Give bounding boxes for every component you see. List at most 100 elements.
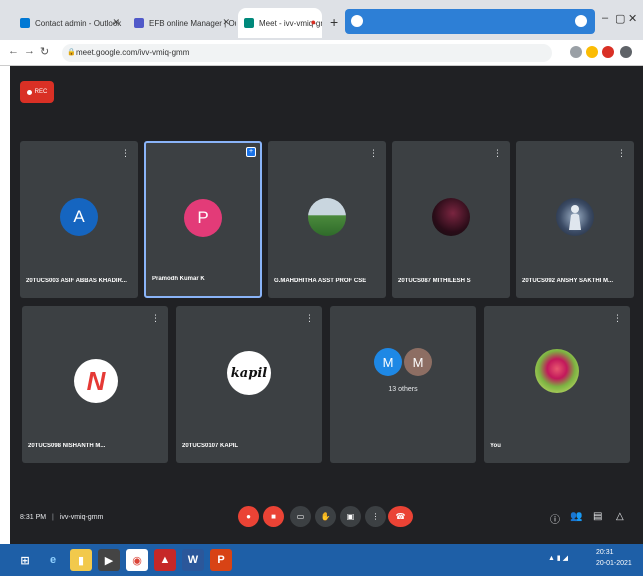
lock-icon: 🔒 (67, 49, 76, 56)
meet-icon (244, 18, 254, 28)
captions-button[interactable]: ▭ (290, 506, 311, 527)
participant-tile[interactable]: ⋮ A 20TUCS003 ASIF ABBAS KHADIR... (20, 141, 138, 298)
captions-icon: ▭ (296, 512, 305, 521)
browser-tab-meet[interactable]: Meet - ivv-vmiq-gmm ● (238, 8, 322, 38)
overlay-right-icon[interactable] (575, 15, 587, 27)
present-button[interactable]: ▣ (340, 506, 361, 527)
avatar-photo (432, 198, 470, 236)
camera-off-icon: ■ (271, 512, 276, 521)
url-text: meet.google.com/ivv-vmiq-gmm (76, 48, 190, 57)
teams-icon (134, 18, 144, 28)
leave-call-button[interactable]: ☎ (388, 506, 413, 527)
activities-icon[interactable]: △ (616, 511, 624, 522)
more-options-icon[interactable]: ⋮ (617, 149, 626, 158)
participant-tile[interactable]: ⋮ kapil 20TUCS0107 KAPIL (176, 306, 322, 463)
browser-tab-strip: Contact admin - Outlook ✕ EFB online Man… (0, 0, 643, 40)
forward-icon[interactable]: → (24, 45, 35, 57)
participant-tile-others[interactable]: M M 13 others (330, 306, 476, 463)
maximize-icon[interactable]: ▢ (615, 12, 625, 25)
others-count: 13 others (388, 386, 418, 393)
avatar-logo: kapil (227, 351, 271, 395)
app-icon[interactable]: ▲ (154, 549, 176, 571)
extension-red-icon[interactable] (602, 46, 614, 58)
info-icon[interactable]: ⓘ (550, 511, 560, 526)
chat-icon[interactable]: ▤ (593, 511, 602, 522)
overlay-left-icon[interactable] (351, 15, 363, 27)
avatar-photo (308, 198, 346, 236)
screen-overlay-bar (345, 9, 595, 34)
date[interactable]: 20-01-2021 (596, 560, 632, 567)
present-icon: ▣ (346, 512, 355, 521)
more-vert-icon: ⋮ (371, 512, 380, 521)
avatar-logo: N (74, 359, 118, 403)
participant-name: G.MAHDHITHA ASST PROF CSE (274, 278, 367, 284)
close-icon[interactable]: ✕ (222, 17, 230, 28)
mic-off-icon: ● (246, 512, 251, 521)
more-options-icon[interactable]: ⋮ (493, 149, 502, 158)
word-icon[interactable]: W (182, 549, 204, 571)
hand-icon: ✋ (320, 512, 331, 521)
more-options-icon[interactable]: ⋮ (369, 149, 378, 158)
participant-tile[interactable]: ⋮ 20TUCS087 MITHILESH S (392, 141, 510, 298)
more-options-icon[interactable]: ⋮ (151, 314, 160, 323)
participant-tile[interactable]: ⋮ G.MAHDHITHA ASST PROF CSE (268, 141, 386, 298)
participant-name: 20TUCS0107 KAPIL (182, 443, 239, 449)
participant-name: 20TUCS098 NISHANTH M... (28, 443, 106, 449)
bookmark-star-icon[interactable] (586, 46, 598, 58)
start-icon[interactable]: ⊞ (14, 549, 36, 571)
camera-off-button[interactable]: ■ (263, 506, 284, 527)
browser-tab-efb[interactable]: EFB online Manager | Outlook ✕ (128, 8, 236, 38)
participant-tile[interactable]: ⋮ N 20TUCS098 NISHANTH M... (22, 306, 168, 463)
url-field[interactable]: 🔒 meet.google.com/ivv-vmiq-gmm (62, 44, 552, 62)
recording-badge: REC (20, 81, 54, 103)
more-options-icon[interactable]: ⋮ (305, 314, 314, 323)
participant-name: Pramodh Kumar K (152, 276, 205, 282)
raise-hand-button[interactable]: ✋ (315, 506, 336, 527)
reload-icon[interactable]: ↻ (40, 45, 49, 58)
chrome-icon[interactable]: ◉ (126, 549, 148, 571)
avatar-photo (556, 198, 594, 236)
tray-icons[interactable]: ▲ ▮ ◢ (548, 554, 568, 562)
avatar: P (184, 199, 222, 237)
new-tab-button[interactable]: + (330, 14, 338, 30)
more-options-icon[interactable]: ⋮ (121, 149, 130, 158)
person-figure-icon (569, 205, 581, 230)
minimize-icon[interactable]: – (602, 12, 608, 24)
meeting-time-and-code: 8:31 PM | ivv-vmiq-gmm (20, 514, 104, 521)
ie-icon[interactable]: e (42, 549, 64, 571)
pin-icon[interactable]: + (246, 147, 256, 157)
avatar-photo (535, 349, 579, 393)
recording-dot-icon: ● (310, 17, 316, 27)
avatar: M (374, 348, 402, 376)
more-options-button[interactable]: ⋮ (365, 506, 386, 527)
hang-up-icon: ☎ (395, 512, 406, 521)
participant-name: 20TUCS003 ASIF ABBAS KHADIR... (26, 278, 127, 284)
extension-icon[interactable] (570, 46, 582, 58)
tab-label: Contact admin - Outlook (35, 18, 122, 28)
avatar: M (404, 348, 432, 376)
more-options-icon[interactable]: ⋮ (613, 314, 622, 323)
left-edge (0, 66, 10, 544)
clock[interactable]: 20:31 (596, 549, 614, 556)
participant-tile-pinned[interactable]: + P Pramodh Kumar K (144, 141, 262, 298)
people-icon[interactable]: 👥 (570, 511, 582, 522)
participant-name: You (490, 443, 501, 449)
record-dot-icon (26, 89, 32, 95)
participant-name: 20TUCS092 ANSHY SAKTHI M... (522, 278, 614, 284)
close-icon[interactable]: ✕ (112, 17, 120, 28)
outlook-icon (20, 18, 30, 28)
participant-tile[interactable]: ⋮ 20TUCS092 ANSHY SAKTHI M... (516, 141, 634, 298)
browser-tab-outlook[interactable]: Contact admin - Outlook ✕ (14, 8, 126, 38)
window-close-icon[interactable]: ✕ (628, 12, 637, 25)
file-explorer-icon[interactable]: ▮ (70, 549, 92, 571)
participant-tile-self[interactable]: ⋮ You (484, 306, 630, 463)
back-icon[interactable]: ← (8, 45, 19, 57)
profile-icon[interactable] (620, 46, 632, 58)
mic-off-button[interactable]: ● (238, 506, 259, 527)
address-bar-row: ← → ↻ 🔒 meet.google.com/ivv-vmiq-gmm (0, 40, 643, 66)
media-icon[interactable]: ▶ (98, 549, 120, 571)
avatar: A (60, 198, 98, 236)
meet-stage: REC ⋮ A 20TUCS003 ASIF ABBAS KHADIR... +… (10, 66, 643, 544)
powerpoint-icon[interactable]: P (210, 549, 232, 571)
windows-taskbar: ⊞ e ▮ ▶ ◉ ▲ W P ▲ ▮ ◢ 20:31 20-01-2021 (0, 544, 643, 576)
